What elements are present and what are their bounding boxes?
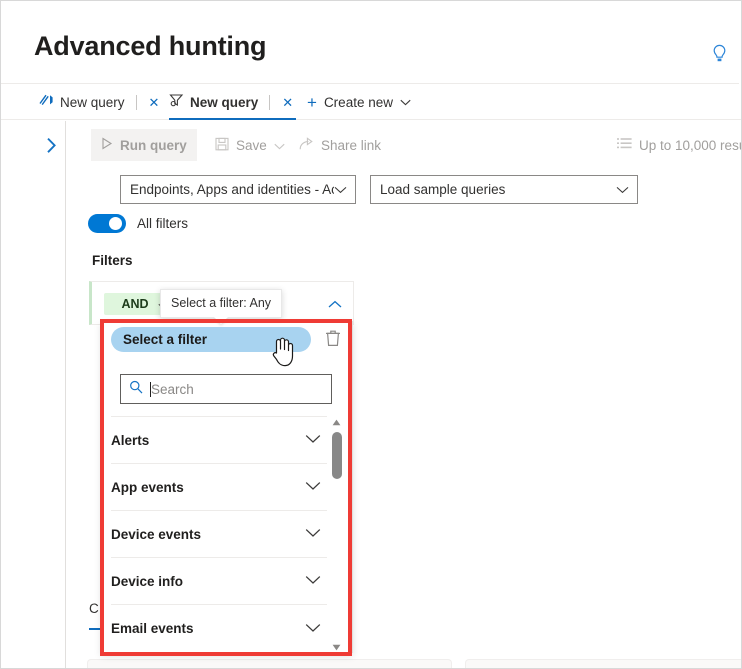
save-disk-icon <box>215 137 229 154</box>
scope-dropdown-value: Endpoints, Apps and identities - Activit… <box>130 182 334 197</box>
tab-new-query-2[interactable]: New query ✕ <box>169 84 297 120</box>
chevron-down-icon <box>334 182 347 197</box>
run-query-label: Run query <box>120 137 187 153</box>
run-query-button[interactable]: Run query <box>91 129 197 161</box>
obscured-button-underline <box>89 628 100 630</box>
filter-search-placeholder: Search <box>151 381 194 397</box>
page-header: Advanced hunting <box>1 1 741 84</box>
chevron-down-icon <box>400 93 411 111</box>
share-link-button[interactable]: Share link <box>289 129 391 161</box>
load-sample-queries-dropdown[interactable]: Load sample queries <box>370 175 638 204</box>
save-button[interactable]: Save <box>205 129 295 161</box>
filter-funnel-icon <box>169 93 184 112</box>
list-item-label: Alerts <box>111 432 150 448</box>
chevron-down-icon <box>305 620 321 638</box>
filter-tooltip: Select a filter: Any <box>160 289 283 318</box>
chevron-right-icon[interactable] <box>41 135 61 155</box>
tab-close-icon[interactable]: ✕ <box>279 94 296 111</box>
tab-new-query-1[interactable]: New query ✕ <box>39 84 162 120</box>
tab-label: New query <box>190 94 259 110</box>
chevron-up-icon[interactable] <box>328 296 342 314</box>
tab-separator <box>269 94 271 110</box>
tab-label: New query <box>60 94 125 110</box>
results-limit-label: Up to 10,000 results <box>639 137 741 153</box>
tab-separator <box>135 94 137 110</box>
list-item-app-events[interactable]: App events <box>111 464 327 511</box>
play-icon <box>101 137 113 153</box>
toggle-knob <box>109 217 122 230</box>
list-item-email-events[interactable]: Email events <box>111 605 327 652</box>
selected-filter-row: Select a filter <box>102 322 352 358</box>
filter-selection-panel: Select a filter Search Alerts App events… <box>101 321 353 653</box>
page-title: Advanced hunting <box>34 31 267 61</box>
share-link-label: Share link <box>321 137 382 153</box>
list-item-device-info[interactable]: Device info <box>111 558 327 605</box>
filter-search-box[interactable]: Search <box>120 374 332 404</box>
query-toolbar: Run query Save Share link Up to 10,000 r… <box>67 121 741 169</box>
advanced-hunting-page: Advanced hunting New query ✕ New query ✕… <box>0 0 742 669</box>
chevron-down-icon <box>305 572 321 590</box>
all-filters-label: All filters <box>137 216 189 231</box>
triangle-down-icon[interactable] <box>330 641 343 652</box>
plus-icon: + <box>307 92 317 112</box>
list-item-alerts[interactable]: Alerts <box>111 417 327 464</box>
list-item-device-events[interactable]: Device events <box>111 511 327 558</box>
scrollbar-thumb[interactable] <box>332 432 342 479</box>
chevron-down-icon[interactable] <box>274 138 285 153</box>
create-new-button[interactable]: + Create new <box>307 84 411 120</box>
save-label: Save <box>236 137 267 153</box>
results-limit-button[interactable]: Up to 10,000 results <box>607 129 741 161</box>
active-tab-underline <box>169 117 297 120</box>
all-filters-toggle-row: All filters <box>88 214 188 233</box>
list-item-label: App events <box>111 479 184 495</box>
left-nav-rail <box>1 121 66 668</box>
bottom-panel-left <box>87 659 452 668</box>
triangle-up-icon[interactable] <box>330 416 343 429</box>
query-tabbar: New query ✕ New query ✕ + Create new <box>1 84 741 120</box>
share-icon <box>299 136 314 154</box>
lightbulb-icon[interactable] <box>703 37 735 69</box>
create-new-label: Create new <box>323 94 393 110</box>
query-code-icon <box>39 93 54 112</box>
bottom-panel-right <box>465 659 741 668</box>
filters-section-label: Filters <box>92 253 133 268</box>
filter-list-scrollbar[interactable] <box>329 416 344 652</box>
list-item-label: Device events <box>111 526 202 542</box>
list-item-label: Device info <box>111 573 184 589</box>
list-icon <box>617 137 632 153</box>
scope-dropdown[interactable]: Endpoints, Apps and identities - Activit… <box>120 175 356 204</box>
all-filters-toggle[interactable] <box>88 214 126 233</box>
chevron-down-icon <box>616 182 629 197</box>
chevron-down-icon <box>305 431 321 449</box>
list-item-label: Email events <box>111 621 194 636</box>
trash-icon[interactable] <box>325 329 345 351</box>
bottom-panels-area <box>67 653 741 668</box>
chevron-down-icon <box>305 525 321 543</box>
chevron-down-icon <box>305 478 321 496</box>
and-operator-pill[interactable]: AND <box>104 293 166 315</box>
tab-close-icon[interactable]: ✕ <box>146 94 163 111</box>
search-icon <box>129 380 143 399</box>
load-sample-queries-value: Load sample queries <box>380 182 506 197</box>
filter-category-list: Alerts App events Device events Device i… <box>102 416 352 652</box>
selected-filter-pill[interactable]: Select a filter <box>111 327 311 352</box>
